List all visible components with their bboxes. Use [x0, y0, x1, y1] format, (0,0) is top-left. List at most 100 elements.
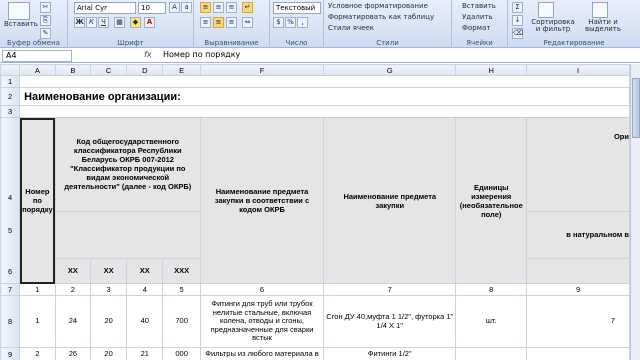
fill-color-icon[interactable]: ◆: [130, 17, 141, 28]
format-painter-icon[interactable]: ✎: [40, 28, 51, 39]
underline-button[interactable]: Ч: [98, 17, 109, 28]
column-header[interactable]: H: [455, 64, 528, 76]
conditional-format-button[interactable]: Условное форматирование: [328, 2, 428, 10]
fill-icon[interactable]: ↓: [512, 15, 523, 26]
borders-icon[interactable]: ▦: [114, 17, 125, 28]
column-header[interactable]: B: [54, 64, 92, 76]
col-number-cell[interactable]: 1: [19, 283, 56, 296]
currency-icon[interactable]: $: [273, 17, 284, 28]
cell[interactable]: [54, 210, 201, 259]
organization-title[interactable]: Наименование организации:: [19, 87, 630, 106]
row-header[interactable]: 4 5 6: [0, 117, 21, 284]
data-cell[interactable]: [455, 347, 528, 360]
format-cells-button[interactable]: Формат: [462, 24, 490, 32]
find-select-button[interactable]: Найти и выделить: [580, 19, 626, 33]
cell-styles-button[interactable]: Стили ячеек: [328, 24, 374, 32]
italic-button[interactable]: К: [86, 17, 97, 28]
data-cell[interactable]: 7: [526, 295, 630, 348]
data-cell[interactable]: 000: [162, 347, 201, 360]
delete-cells-button[interactable]: Удалить: [462, 13, 493, 21]
column-header[interactable]: D: [126, 64, 164, 76]
data-cell[interactable]: Фитинги для труб или трубок нелитые стал…: [199, 295, 325, 348]
name-box[interactable]: A4: [2, 50, 72, 62]
number-format-combo[interactable]: Текстовый: [273, 2, 321, 14]
vertical-scrollbar[interactable]: [630, 64, 640, 360]
insert-cells-button[interactable]: Вставить: [462, 2, 496, 10]
fx-icon[interactable]: fx: [144, 50, 152, 59]
font-size-combo[interactable]: 10: [138, 2, 166, 14]
cell[interactable]: [526, 257, 630, 285]
row-header[interactable]: 1: [0, 75, 21, 88]
align-bottom-icon[interactable]: ≡: [226, 2, 237, 13]
cut-icon[interactable]: ✂: [40, 2, 51, 13]
row-header[interactable]: 8: [0, 295, 21, 348]
font-name-combo[interactable]: Arial Cyr: [74, 2, 136, 14]
header-name-cell[interactable]: Наименование предмета закупки: [323, 117, 457, 284]
col-number-cell[interactable]: 4: [126, 283, 164, 296]
grow-font-icon[interactable]: A: [169, 2, 180, 13]
sub-code-cell[interactable]: ХХ: [126, 257, 164, 285]
row-header[interactable]: 2: [0, 87, 21, 106]
data-cell[interactable]: шт.: [455, 295, 528, 348]
column-header[interactable]: G: [323, 64, 457, 76]
col-number-cell[interactable]: 9: [526, 283, 630, 296]
sort-filter-button[interactable]: Сортировка и фильтр: [530, 19, 576, 33]
col-number-cell[interactable]: 5: [162, 283, 201, 296]
data-cell[interactable]: 700: [162, 295, 201, 348]
paste-button[interactable]: Вставить: [4, 20, 38, 28]
data-cell[interactable]: 20: [89, 295, 128, 348]
data-cell[interactable]: 1: [19, 295, 56, 348]
row-header[interactable]: 3: [0, 105, 21, 118]
column-header[interactable]: C: [89, 64, 128, 76]
row-header[interactable]: 9: [0, 347, 21, 360]
merge-center-icon[interactable]: ⇔: [242, 17, 253, 28]
percent-icon[interactable]: %: [285, 17, 296, 28]
autosum-icon[interactable]: Σ: [512, 2, 523, 13]
sub-code-cell[interactable]: ХХ: [54, 257, 92, 285]
column-header[interactable]: F: [199, 64, 325, 76]
wrap-text-icon[interactable]: ↵: [242, 2, 253, 13]
clear-icon[interactable]: ⌫: [512, 28, 523, 39]
align-middle-icon[interactable]: ≡: [213, 2, 224, 13]
align-center-icon[interactable]: ≡: [213, 17, 224, 28]
data-cell[interactable]: 24: [54, 295, 92, 348]
align-left-icon[interactable]: ≡: [200, 17, 211, 28]
formula-input[interactable]: Номер по порядку: [160, 50, 638, 62]
data-cell[interactable]: Фильтры из любого материала в: [199, 347, 325, 360]
align-right-icon[interactable]: ≡: [226, 17, 237, 28]
cell[interactable]: [19, 75, 630, 88]
col-number-cell[interactable]: 2: [54, 283, 92, 296]
header-i-sub-cell[interactable]: в натуральном в: [526, 210, 630, 259]
col-number-cell[interactable]: 3: [89, 283, 128, 296]
align-top-icon[interactable]: ≡: [200, 2, 211, 13]
header-i-top-cell[interactable]: Ори: [526, 117, 630, 212]
find-select-icon[interactable]: [592, 2, 608, 18]
select-all-corner[interactable]: [0, 64, 21, 76]
data-cell[interactable]: 20: [89, 347, 128, 360]
data-cell[interactable]: 21: [126, 347, 164, 360]
col-number-cell[interactable]: 7: [323, 283, 457, 296]
sort-filter-icon[interactable]: [538, 2, 554, 18]
header-unit-cell[interactable]: Единицы измерения (необязательное поле): [455, 117, 528, 284]
column-header[interactable]: E: [162, 64, 201, 76]
sub-code-cell[interactable]: ХХ: [89, 257, 128, 285]
row-header[interactable]: 7: [0, 283, 21, 296]
data-cell[interactable]: 26: [54, 347, 92, 360]
header-name-okrb-cell[interactable]: Наименование предмета закупки в соответс…: [199, 117, 325, 284]
column-header[interactable]: A: [19, 64, 56, 76]
cell[interactable]: [19, 105, 630, 118]
data-cell[interactable]: 2: [19, 347, 56, 360]
format-as-table-button[interactable]: Форматировать как таблицу: [328, 13, 434, 21]
col-number-cell[interactable]: 6: [199, 283, 325, 296]
comma-icon[interactable]: ,: [297, 17, 308, 28]
data-cell[interactable]: [526, 347, 630, 360]
copy-icon[interactable]: ⎘: [40, 15, 51, 26]
scrollbar-thumb[interactable]: [632, 78, 640, 138]
bold-button[interactable]: Ж: [74, 17, 85, 28]
data-cell[interactable]: Фитинги 1/2": [323, 347, 457, 360]
header-okrb-cell[interactable]: Код общегосударственного классификатора …: [54, 117, 201, 212]
shrink-font-icon[interactable]: a: [181, 2, 192, 13]
data-cell[interactable]: 40: [126, 295, 164, 348]
paste-icon[interactable]: [8, 2, 30, 20]
sub-code-cell[interactable]: ХХХ: [162, 257, 201, 285]
